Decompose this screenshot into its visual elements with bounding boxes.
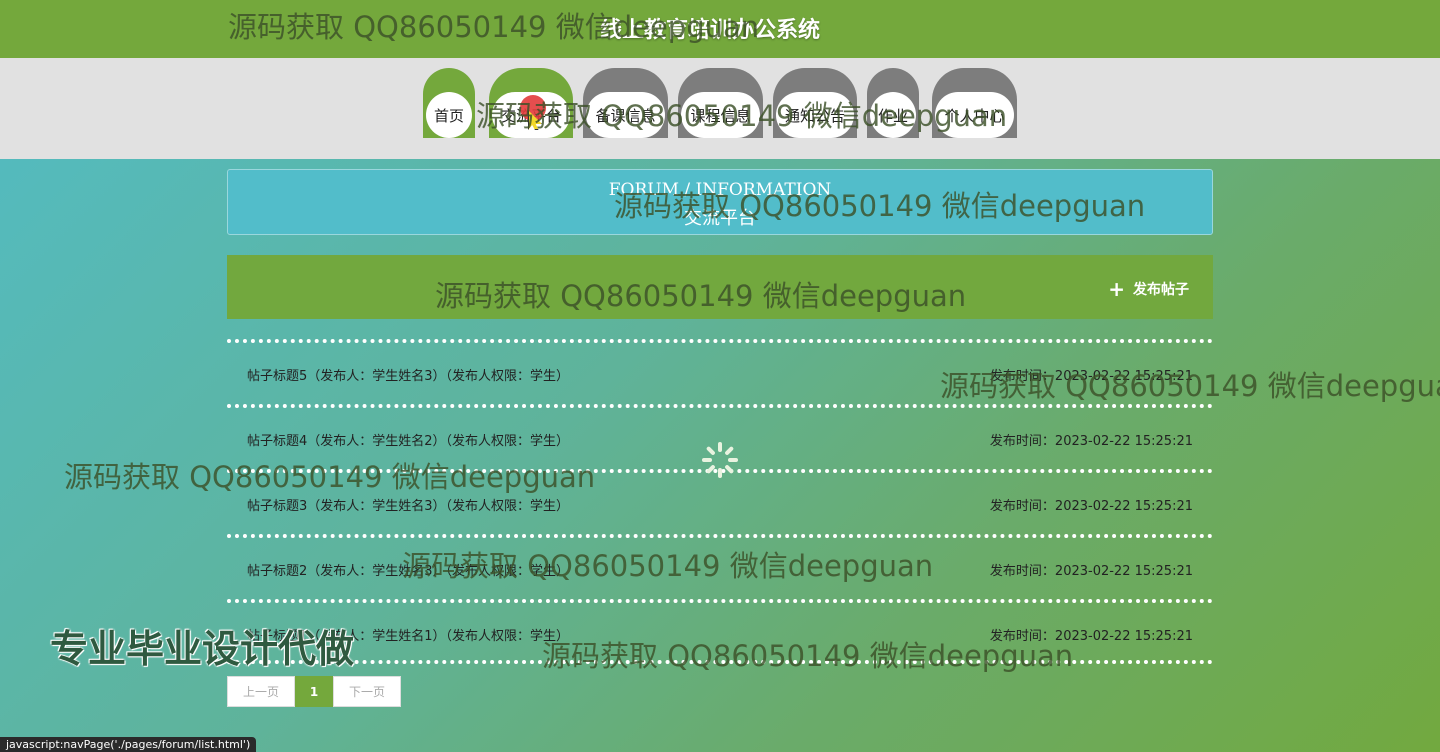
watermark-text: 源码获取 QQ86050149 微信deepguan bbox=[64, 460, 596, 494]
nav-item-label: 首页 bbox=[426, 92, 472, 138]
post-time: 发布时间：2023-02-22 15:25:21 bbox=[989, 499, 1193, 514]
loading-spinner-icon bbox=[700, 440, 740, 480]
watermark-text: 源码获取 QQ86050149 微信deepguan bbox=[614, 189, 1146, 223]
watermark-text: 源码获取 QQ86050149 微信deepguan bbox=[435, 279, 967, 313]
next-page-button[interactable]: 下一页 bbox=[333, 676, 401, 707]
current-page-button[interactable]: 1 bbox=[295, 676, 333, 707]
post-time: 发布时间：2023-02-22 15:25:21 bbox=[989, 564, 1193, 579]
prev-page-button[interactable]: 上一页 bbox=[227, 676, 295, 707]
watermark-text: 源码获取 QQ86050149 微信deepguan bbox=[228, 10, 760, 44]
post-title[interactable]: 帖子标题4（发布人：学生姓名2）（发布人权限：学生） bbox=[247, 430, 569, 449]
post-time: 发布时间：2023-02-22 15:25:21 bbox=[989, 434, 1193, 449]
watermark-text: 源码获取 QQ86050149 微信deepguan bbox=[402, 549, 934, 583]
new-post-button[interactable]: + 发布帖子 bbox=[1108, 279, 1189, 299]
post-title[interactable]: 帖子标题5（发布人：学生姓名3）（发布人权限：学生） bbox=[247, 365, 569, 384]
new-post-label: 发布帖子 bbox=[1133, 282, 1189, 298]
post-title[interactable]: 帖子标题3（发布人：学生姓名3）（发布人权限：学生） bbox=[247, 495, 569, 514]
plus-icon: + bbox=[1108, 277, 1125, 301]
pagination: 上一页 1 下一页 bbox=[227, 676, 401, 707]
status-bar-url: javascript:navPage('./pages/forum/list.h… bbox=[0, 737, 257, 752]
watermark-text: 源码获取 QQ86050149 微信deepguan bbox=[476, 99, 1008, 133]
nav-item-home[interactable]: 首页 bbox=[423, 68, 475, 138]
watermark-text: 源码获取 QQ86050149 微信deepguan bbox=[542, 639, 1074, 673]
promo-text: 专业毕业设计代做 bbox=[50, 627, 355, 671]
watermark-text: 源码获取 QQ86050149 微信deepguan bbox=[940, 369, 1440, 403]
